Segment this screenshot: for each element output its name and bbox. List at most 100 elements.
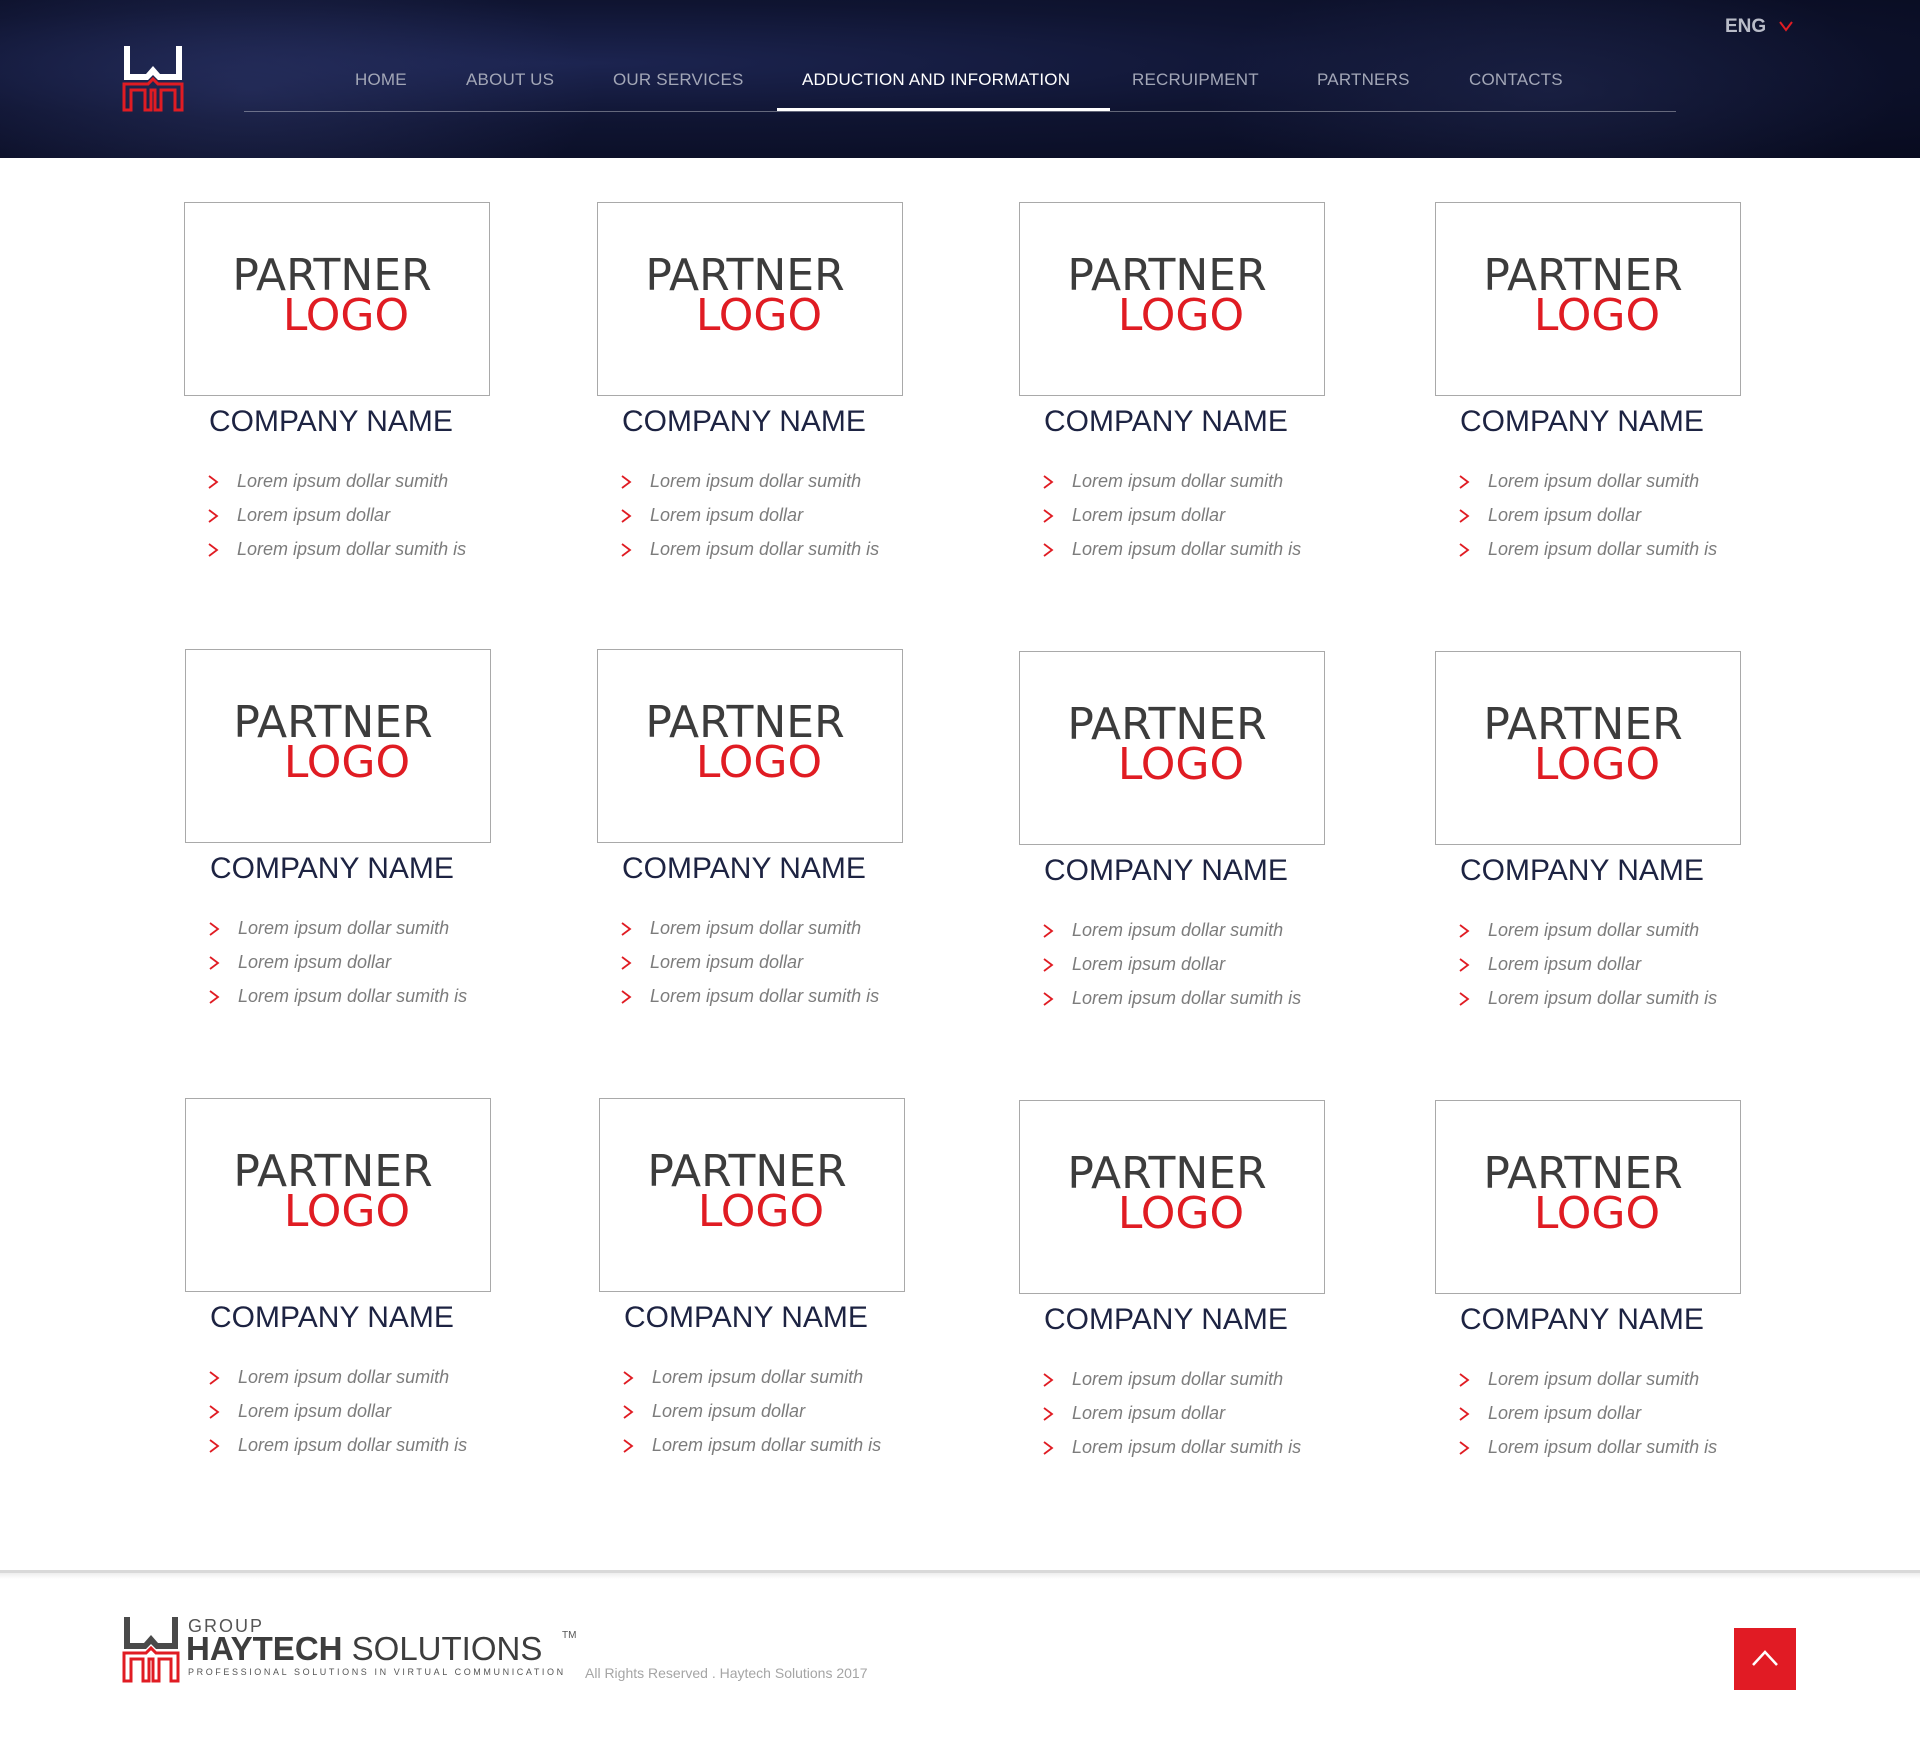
- partner-logo-box[interactable]: PARTNER LOGO: [1435, 202, 1741, 396]
- feature-text: Lorem ipsum dollar sumith: [1072, 471, 1284, 491]
- feature-text: Lorem ipsum dollar sumith is: [237, 539, 467, 559]
- feature-text: Lorem ipsum dollar sumith: [1488, 1369, 1700, 1389]
- partner-logo: PARTNER LOGO: [598, 254, 902, 341]
- partner-logo-line2: LOGO: [695, 737, 823, 788]
- footer-copyright: All Rights Reserved . Haytech Solutions …: [585, 1665, 868, 1681]
- partner-logo: PARTNER LOGO: [1020, 1152, 1324, 1236]
- chevron-right-icon: [623, 1371, 634, 1385]
- partner-logo-box[interactable]: PARTNER LOGO: [1019, 1100, 1325, 1294]
- company-name[interactable]: COMPANY NAME: [622, 852, 866, 886]
- feature-text: Lorem ipsum dollar sumith: [237, 471, 449, 491]
- chevron-down-icon[interactable]: [1778, 20, 1794, 32]
- feature-text: Lorem ipsum dollar: [1488, 954, 1642, 974]
- feature-text: Lorem ipsum dollar: [650, 952, 804, 972]
- chevron-up-icon: [1752, 1650, 1778, 1666]
- footer-trademark: TM: [562, 1630, 577, 1641]
- feature-text: Lorem ipsum dollar: [652, 1401, 806, 1421]
- chevron-right-icon: [621, 990, 632, 1004]
- haytech-h-icon[interactable]: [122, 44, 184, 112]
- feature-text: Lorem ipsum dollar: [1488, 505, 1642, 525]
- company-name[interactable]: COMPANY NAME: [1460, 1303, 1704, 1337]
- chevron-right-icon: [621, 509, 632, 523]
- partner-logo: PARTNER LOGO: [1436, 1152, 1740, 1236]
- feature-text: Lorem ipsum dollar: [650, 505, 804, 525]
- partner-logo-line2: LOGO: [697, 1186, 825, 1237]
- company-name[interactable]: COMPANY NAME: [1460, 854, 1704, 888]
- company-name[interactable]: COMPANY NAME: [1044, 854, 1288, 888]
- feature-text: Lorem ipsum dollar sumith is: [650, 539, 880, 559]
- nav-item-adduction-and-information[interactable]: ADDUCTION AND INFORMATION: [802, 70, 1070, 90]
- partner-logo-box[interactable]: PARTNER LOGO: [1435, 1100, 1741, 1294]
- feature-text: Lorem ipsum dollar: [1072, 1403, 1226, 1423]
- chevron-right-icon: [1459, 958, 1470, 972]
- partner-logo: PARTNER LOGO: [1436, 254, 1740, 338]
- partner-logo-box[interactable]: PARTNER LOGO: [597, 202, 903, 396]
- partner-logo-box[interactable]: PARTNER LOGO: [184, 202, 490, 396]
- partner-logo-box[interactable]: PARTNER LOGO: [599, 1098, 905, 1292]
- company-name[interactable]: COMPANY NAME: [1460, 405, 1704, 439]
- chevron-right-icon: [1043, 1441, 1054, 1455]
- feature-text: Lorem ipsum dollar sumith: [1488, 920, 1700, 940]
- feature-text: Lorem ipsum dollar sumith: [1072, 1369, 1284, 1389]
- feature-text: Lorem ipsum dollar sumith: [1488, 471, 1700, 491]
- partner-logo-box[interactable]: PARTNER LOGO: [1435, 651, 1741, 845]
- nav-item-about-us[interactable]: ABOUT US: [466, 70, 554, 90]
- nav-item-home[interactable]: HOME: [355, 70, 407, 90]
- company-name[interactable]: COMPANY NAME: [622, 405, 866, 439]
- company-name[interactable]: COMPANY NAME: [1044, 405, 1288, 439]
- company-name[interactable]: COMPANY NAME: [210, 852, 454, 886]
- company-name[interactable]: COMPANY NAME: [210, 1301, 454, 1335]
- chevron-right-icon: [1043, 1407, 1054, 1421]
- footer-brand-light: SOLUTIONS: [342, 1630, 543, 1667]
- feature-text: Lorem ipsum dollar sumith is: [652, 1435, 882, 1455]
- chevron-right-icon: [1459, 924, 1470, 938]
- partner-logo: PARTNER LOGO: [1020, 254, 1324, 341]
- chevron-right-icon: [621, 956, 632, 970]
- haytech-h-icon[interactable]: [122, 1615, 180, 1683]
- footer-brand-bold: HAYTECH: [186, 1630, 343, 1667]
- partner-logo-box[interactable]: PARTNER LOGO: [1019, 651, 1325, 845]
- chevron-right-icon: [1043, 475, 1054, 489]
- feature-text: Lorem ipsum dollar sumith is: [1072, 1437, 1302, 1457]
- scroll-to-top-button[interactable]: [1734, 1628, 1796, 1690]
- partner-logo-line2: LOGO: [283, 1186, 411, 1237]
- partner-logo: PARTNER LOGO: [598, 701, 902, 788]
- partner-logo-box[interactable]: PARTNER LOGO: [185, 649, 491, 843]
- chevron-right-icon: [208, 543, 219, 557]
- partner-logo-box[interactable]: PARTNER LOGO: [1019, 202, 1325, 396]
- feature-text: Lorem ipsum dollar sumith is: [1488, 1437, 1718, 1457]
- chevron-right-icon: [1459, 1373, 1470, 1387]
- feature-text: Lorem ipsum dollar: [1488, 1403, 1642, 1423]
- chevron-right-icon: [1043, 1373, 1054, 1387]
- nav-item-partners[interactable]: PARTNERS: [1317, 70, 1410, 90]
- nav-item-our-services[interactable]: OUR SERVICES: [613, 70, 744, 90]
- chevron-right-icon: [623, 1405, 634, 1419]
- site-header: HOME ABOUT US OUR SERVICES ADDUCTION AND…: [0, 0, 1920, 158]
- feature-text: Lorem ipsum dollar: [238, 952, 392, 972]
- chevron-right-icon: [208, 509, 219, 523]
- chevron-right-icon: [1459, 475, 1470, 489]
- company-name[interactable]: COMPANY NAME: [209, 405, 453, 439]
- partner-logo-line2: LOGO: [1117, 290, 1245, 341]
- feature-text: Lorem ipsum dollar sumith is: [1072, 539, 1302, 559]
- feature-text: Lorem ipsum dollar sumith: [1072, 920, 1284, 940]
- nav-item-contacts[interactable]: CONTACTS: [1469, 70, 1563, 90]
- chevron-right-icon: [209, 1371, 220, 1385]
- partner-logo: PARTNER LOGO: [186, 701, 490, 785]
- chevron-right-icon: [1459, 509, 1470, 523]
- language-selector[interactable]: ENG: [1725, 16, 1766, 38]
- company-name[interactable]: COMPANY NAME: [624, 1301, 868, 1335]
- company-name[interactable]: COMPANY NAME: [1044, 1303, 1288, 1337]
- chevron-right-icon: [208, 475, 219, 489]
- footer-brand-name: HAYTECH SOLUTIONS: [186, 1630, 542, 1668]
- footer-tagline: PROFESSIONAL SOLUTIONS IN VIRTUAL COMMUN…: [188, 1667, 566, 1677]
- nav-item-recruipment[interactable]: RECRUIPMENT: [1132, 70, 1259, 90]
- partner-logo-box[interactable]: PARTNER LOGO: [597, 649, 903, 843]
- partner-logo-box[interactable]: PARTNER LOGO: [185, 1098, 491, 1292]
- partner-logo-line2: LOGO: [695, 290, 823, 341]
- chevron-right-icon: [623, 1439, 634, 1453]
- feature-text: Lorem ipsum dollar: [1072, 505, 1226, 525]
- chevron-right-icon: [209, 922, 220, 936]
- chevron-right-icon: [1459, 992, 1470, 1006]
- feature-text: Lorem ipsum dollar sumith: [652, 1367, 864, 1387]
